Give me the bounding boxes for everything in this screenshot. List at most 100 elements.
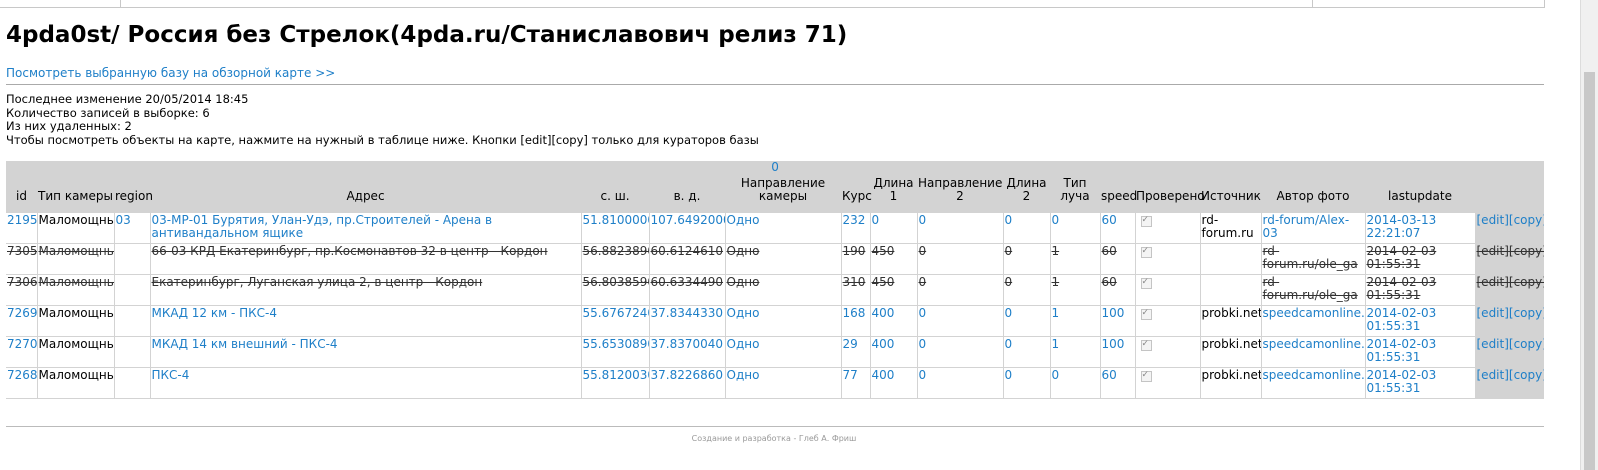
cell-link[interactable]: 107.6492000	[651, 213, 725, 227]
table-row[interactable]: 7270Маломощный МКАД 14 км внешний - ПКС-4…	[6, 336, 1545, 368]
verified-checkbox[interactable]	[1140, 369, 1152, 382]
cell-link[interactable]: Одно	[727, 368, 760, 382]
copy-link[interactable]: [copy]	[1509, 306, 1544, 320]
copy-link[interactable]: [copy]	[1509, 244, 1544, 258]
col-header[interactable]: Источник	[1200, 175, 1261, 213]
cell-link[interactable]: Екатеринбург, Луганская улица 2, в центр…	[152, 275, 483, 289]
table-top-value[interactable]: 0	[771, 160, 779, 174]
cell-link[interactable]: 60	[1102, 368, 1117, 382]
verified-checkbox[interactable]	[1140, 307, 1152, 320]
cell-link[interactable]: 400	[872, 368, 895, 382]
col-header[interactable]: Курс	[841, 175, 872, 213]
edit-link[interactable]: [edit]	[1477, 306, 1509, 320]
col-header[interactable]: lastupdate	[1365, 175, 1475, 213]
cell-link[interactable]: 0	[919, 213, 927, 227]
col-header[interactable]: Тип камеры	[37, 175, 114, 213]
cell-link[interactable]: 1	[1052, 337, 1060, 351]
cell-link[interactable]: 7305	[7, 244, 36, 258]
cell-link[interactable]: 55.6530890	[583, 337, 649, 351]
col-header[interactable]: speed	[1100, 175, 1137, 213]
cell-link[interactable]: 0	[919, 337, 927, 351]
cell-link[interactable]: 2195	[7, 213, 36, 227]
edit-link[interactable]: [edit]	[1477, 337, 1509, 351]
vertical-scrollbar[interactable]	[1580, 0, 1598, 470]
cell-link[interactable]: 400	[872, 337, 895, 351]
cell-link[interactable]: 0	[872, 213, 880, 227]
cell-link[interactable]: 03-МР-01 Бурятия, Улан-Удэ, пр.Строителе…	[152, 213, 493, 240]
cell-link[interactable]: 310	[843, 275, 866, 289]
scrollbar-thumb[interactable]	[1584, 72, 1595, 470]
cell-link[interactable]: 1	[1052, 244, 1060, 258]
col-header[interactable]: Тип луча	[1050, 175, 1100, 213]
cell-link[interactable]: 1	[1052, 306, 1060, 320]
overview-map-link[interactable]: Посмотреть выбранную базу на обзорной ка…	[6, 66, 335, 80]
cell-link[interactable]: 55.8120030	[583, 368, 649, 382]
col-header[interactable]: с. ш.	[581, 175, 649, 213]
table-row[interactable]: 2195Маломощный03 03-МР-01 Бурятия, Улан-У…	[6, 213, 1545, 244]
cell-link[interactable]: 100	[1102, 306, 1125, 320]
edit-link[interactable]: [edit]	[1477, 244, 1509, 258]
cell-link[interactable]: 56.8823890	[583, 244, 649, 258]
cell-link[interactable]: 190	[843, 244, 866, 258]
cell-link[interactable]: 232	[843, 213, 866, 227]
cell-link[interactable]: 100	[1102, 337, 1125, 351]
verified-checkbox[interactable]	[1140, 276, 1152, 289]
cell-link[interactable]: rd-forum.ru/ole_ga	[1263, 244, 1358, 271]
cell-link[interactable]: МКАД 14 км внешний - ПКС-4	[152, 337, 338, 351]
cell-link[interactable]: speedcamonline.ru	[1263, 306, 1365, 320]
cell-link[interactable]: Одно	[727, 306, 760, 320]
cell-link[interactable]: 0	[919, 306, 927, 320]
cell-link[interactable]: 03	[116, 213, 131, 227]
cell-link[interactable]: МКАД 12 км - ПКС-4	[152, 306, 278, 320]
cell-link[interactable]: 0	[1005, 275, 1013, 289]
cell-link[interactable]: Одно	[727, 244, 760, 258]
cell-link[interactable]: 51.8100000	[583, 213, 649, 227]
cell-link[interactable]: 7269	[7, 306, 36, 320]
cell-link[interactable]: 0	[1005, 244, 1013, 258]
cell-link[interactable]: 0	[919, 368, 927, 382]
cell-link[interactable]: 2014-03-13 22:21:07	[1367, 213, 1437, 240]
cell-link[interactable]: 0	[1005, 368, 1013, 382]
cell-link[interactable]: 1	[1052, 275, 1060, 289]
cell-link[interactable]: 60	[1102, 244, 1117, 258]
col-header[interactable]: Адрес	[150, 175, 581, 213]
copy-link[interactable]: [copy]	[1509, 213, 1544, 227]
cell-link[interactable]: 77	[843, 368, 858, 382]
cell-link[interactable]: 2014-02-03 01:55:31	[1367, 275, 1437, 302]
cell-link[interactable]: 0	[1005, 337, 1013, 351]
cell-link[interactable]: 60.6334490	[651, 275, 724, 289]
table-row[interactable]: 7305Маломощный 66-03 КРД Екатеринбург, пр…	[6, 243, 1545, 275]
col-header[interactable]: Направление камеры	[725, 175, 841, 213]
cell-link[interactable]: Одно	[727, 275, 760, 289]
col-header[interactable]: Длина 2	[1003, 175, 1050, 213]
col-header[interactable]: Проверено	[1135, 175, 1205, 213]
cell-link[interactable]: 66-03 КРД Екатеринбург, пр.Космонавтов 3…	[152, 244, 548, 258]
col-header[interactable]: Длина 1	[870, 175, 917, 213]
cell-link[interactable]: 2014-02-03 01:55:31	[1367, 244, 1437, 271]
cell-link[interactable]: 168	[843, 306, 866, 320]
table-row[interactable]: 7268Маломощный ПКС-4 55.812003037.8226860О…	[6, 367, 1545, 399]
cell-link[interactable]: 37.8370040	[651, 337, 724, 351]
cell-link[interactable]: 56.8038590	[583, 275, 649, 289]
cell-link[interactable]: ПКС-4	[152, 368, 190, 382]
cell-link[interactable]: rd-forum.ru/ole_ga	[1263, 275, 1358, 302]
verified-checkbox[interactable]	[1140, 214, 1152, 227]
verified-checkbox[interactable]	[1140, 245, 1152, 258]
copy-link[interactable]: [copy]	[1509, 337, 1544, 351]
table-row[interactable]: 7306Маломощный Екатеринбург, Луганская ул…	[6, 274, 1545, 306]
col-header[interactable]: в. д.	[649, 175, 725, 213]
table-row[interactable]: 7269Маломощный МКАД 12 км - ПКС-4 55.67672…	[6, 305, 1545, 337]
cell-link[interactable]: speedcamonline.ru	[1263, 337, 1365, 351]
cell-link[interactable]: 450	[872, 244, 895, 258]
cell-link[interactable]: 0	[919, 244, 927, 258]
cell-link[interactable]: 2014-02-03 01:55:31	[1367, 306, 1437, 333]
cell-link[interactable]: Одно	[727, 213, 760, 227]
col-header[interactable]: region	[114, 175, 153, 213]
cell-link[interactable]: 7268	[7, 368, 36, 382]
edit-link[interactable]: [edit]	[1477, 275, 1509, 289]
cell-link[interactable]: 0	[1005, 213, 1013, 227]
cell-link[interactable]: 60.6124610	[651, 244, 724, 258]
verified-checkbox[interactable]	[1140, 338, 1152, 351]
cell-link[interactable]: 2014-02-03 01:55:31	[1367, 368, 1437, 395]
cell-link[interactable]: 37.8226860	[651, 368, 724, 382]
